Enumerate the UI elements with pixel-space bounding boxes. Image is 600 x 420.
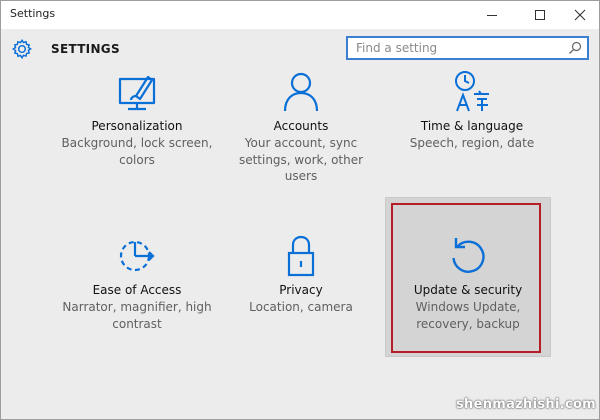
maximize-icon bbox=[535, 10, 545, 20]
lock-icon bbox=[287, 235, 315, 277]
gear-icon bbox=[11, 38, 32, 60]
personalization-icon bbox=[118, 75, 156, 111]
tile-update-security[interactable]: Update & security Windows Update, recove… bbox=[383, 233, 553, 333]
tile-personalization-name: Personalization bbox=[91, 119, 183, 133]
search-icon[interactable] bbox=[568, 41, 582, 55]
tile-accounts-name: Accounts bbox=[273, 119, 329, 133]
search-placeholder: Find a setting bbox=[356, 41, 438, 55]
tile-accounts-desc: Your account, sync settings, work, other… bbox=[238, 136, 364, 183]
time-language-icon bbox=[455, 71, 489, 112]
tile-accounts[interactable]: Accounts Your account, sync settings, wo… bbox=[216, 69, 386, 189]
watermark-text: shenmazhishi.com bbox=[456, 397, 597, 412]
window-title: Settings bbox=[10, 7, 56, 20]
ease-of-access-icon bbox=[119, 240, 155, 272]
search-input[interactable]: Find a setting bbox=[346, 36, 589, 60]
tile-privacy-desc: Location, camera bbox=[249, 300, 353, 314]
maximize-button[interactable] bbox=[521, 1, 559, 29]
tile-ease-of-access[interactable]: Ease of Access Narrator, magnifier, high… bbox=[52, 233, 222, 343]
minimize-button[interactable] bbox=[473, 1, 511, 29]
person-icon bbox=[283, 72, 319, 112]
tile-update-security-name: Update & security bbox=[413, 283, 523, 297]
close-button[interactable] bbox=[561, 1, 599, 29]
settings-header: SETTINGS Find a setting bbox=[1, 29, 599, 69]
tile-privacy-name: Privacy bbox=[279, 283, 323, 297]
settings-window: Settings SETTINGS Find a setting Persona… bbox=[0, 0, 600, 420]
tile-time-language-name: Time & language bbox=[420, 119, 524, 133]
close-icon bbox=[574, 9, 586, 21]
tile-update-security-desc: Windows Update, recovery, backup bbox=[415, 300, 521, 331]
page-title: SETTINGS bbox=[51, 42, 120, 56]
tile-privacy[interactable]: Privacy Location, camera bbox=[216, 233, 386, 333]
tile-personalization-desc: Background, lock screen, colors bbox=[61, 136, 213, 167]
minimize-icon bbox=[487, 15, 497, 16]
title-bar[interactable]: Settings bbox=[1, 1, 599, 29]
tile-time-language-desc: Speech, region, date bbox=[409, 136, 535, 150]
tile-time-language[interactable]: Time & language Speech, region, date bbox=[387, 69, 557, 169]
tile-ease-of-access-desc: Narrator, magnifier, high contrast bbox=[62, 300, 212, 331]
refresh-icon bbox=[452, 238, 485, 273]
tile-personalization[interactable]: Personalization Background, lock screen,… bbox=[52, 69, 222, 179]
tile-ease-of-access-name: Ease of Access bbox=[92, 283, 182, 297]
